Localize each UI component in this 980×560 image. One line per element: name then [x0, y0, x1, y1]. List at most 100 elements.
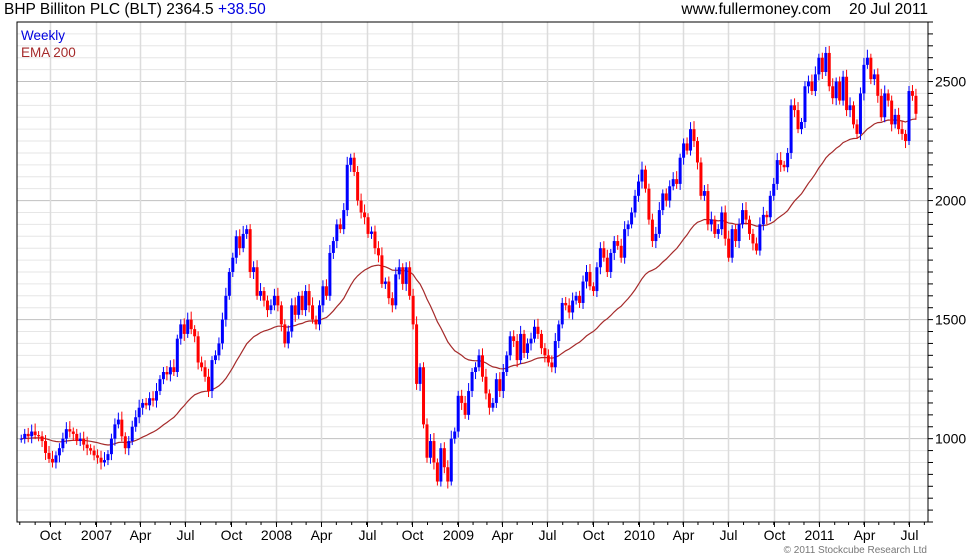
candle [761, 206, 765, 231]
candle [800, 118, 804, 135]
candle [571, 292, 575, 320]
candle-body [827, 52, 831, 87]
candle [661, 189, 665, 216]
candle [876, 68, 880, 103]
candle [498, 372, 502, 398]
candle [581, 275, 585, 309]
x-tick-label: Jul [539, 527, 557, 543]
candle-body [699, 162, 703, 196]
candle [82, 431, 86, 451]
candle [890, 95, 894, 132]
candle [883, 85, 887, 123]
candle-body [248, 229, 252, 272]
candle [238, 229, 242, 256]
candle [793, 98, 797, 118]
candle-body [408, 267, 412, 296]
candle [831, 78, 835, 105]
candle [213, 350, 217, 365]
candle-body [550, 362, 554, 368]
candle-body [311, 305, 315, 320]
candle-body [779, 160, 783, 165]
candle-body [123, 436, 127, 449]
candle [425, 418, 429, 463]
candle [19, 434, 23, 443]
candle-body [553, 341, 557, 368]
candle-body [654, 233, 658, 242]
candle [33, 423, 37, 440]
x-tick-label: Apr [673, 527, 695, 543]
candle [605, 249, 609, 277]
candle [397, 259, 401, 280]
candle [314, 315, 318, 330]
candle-body [415, 324, 419, 384]
candle [155, 383, 159, 408]
candle-body [224, 295, 228, 320]
copyright: © 2011 Stockcube Research Ltd [783, 545, 927, 556]
candle [352, 152, 356, 176]
candle-body [702, 191, 706, 196]
candle [272, 288, 276, 311]
candle-body [92, 450, 96, 456]
candle [179, 319, 183, 345]
candle [376, 241, 380, 263]
candle-body [286, 331, 290, 344]
candle [789, 99, 793, 159]
legend-ema: EMA 200 [21, 45, 76, 60]
candle [293, 297, 297, 322]
y-tick-label: 1500 [935, 312, 966, 328]
candle [893, 108, 897, 129]
candle [477, 349, 481, 372]
candle-body [390, 298, 394, 306]
candle [217, 337, 221, 361]
candle [786, 147, 790, 173]
candle-body [193, 329, 197, 337]
candle-body [113, 424, 117, 439]
candle-body [820, 57, 824, 72]
candle [630, 207, 634, 229]
candle [324, 279, 328, 300]
candle-body [536, 326, 540, 334]
candle [269, 299, 273, 315]
candle-body [633, 195, 637, 213]
candle [480, 348, 484, 382]
candle-body [165, 372, 169, 375]
candle-body [772, 183, 776, 196]
candle [92, 445, 96, 461]
candle [148, 392, 152, 411]
candle [675, 171, 679, 189]
candle-body [71, 431, 75, 434]
candle [626, 220, 630, 237]
candle-body [151, 398, 155, 401]
candle [796, 102, 800, 134]
candle-body [845, 76, 849, 111]
candle-body [858, 93, 862, 134]
candle-body [37, 435, 41, 437]
candle-body [106, 454, 110, 461]
candle-body [591, 286, 595, 292]
candle [754, 237, 758, 255]
candle [68, 421, 72, 438]
x-tick-label: Oct [583, 527, 605, 543]
candle-body [265, 300, 269, 311]
candle [803, 81, 807, 128]
candle [588, 264, 592, 291]
candle-body [439, 448, 443, 482]
x-tick-label: Oct [764, 527, 786, 543]
candle-body [730, 229, 734, 258]
candle-body [643, 169, 647, 189]
candle-body [196, 336, 200, 363]
candle-body [54, 455, 58, 463]
candle [671, 172, 675, 191]
candle [401, 263, 405, 290]
candle-body [529, 338, 533, 344]
candle [470, 368, 474, 398]
grid [17, 21, 928, 523]
candle-body [904, 133, 908, 142]
candle-body [716, 229, 720, 234]
candle [328, 244, 332, 301]
candle-body [477, 355, 481, 368]
candle [532, 319, 536, 343]
candle [657, 202, 661, 238]
candle-body [640, 169, 644, 182]
candle [356, 166, 360, 206]
